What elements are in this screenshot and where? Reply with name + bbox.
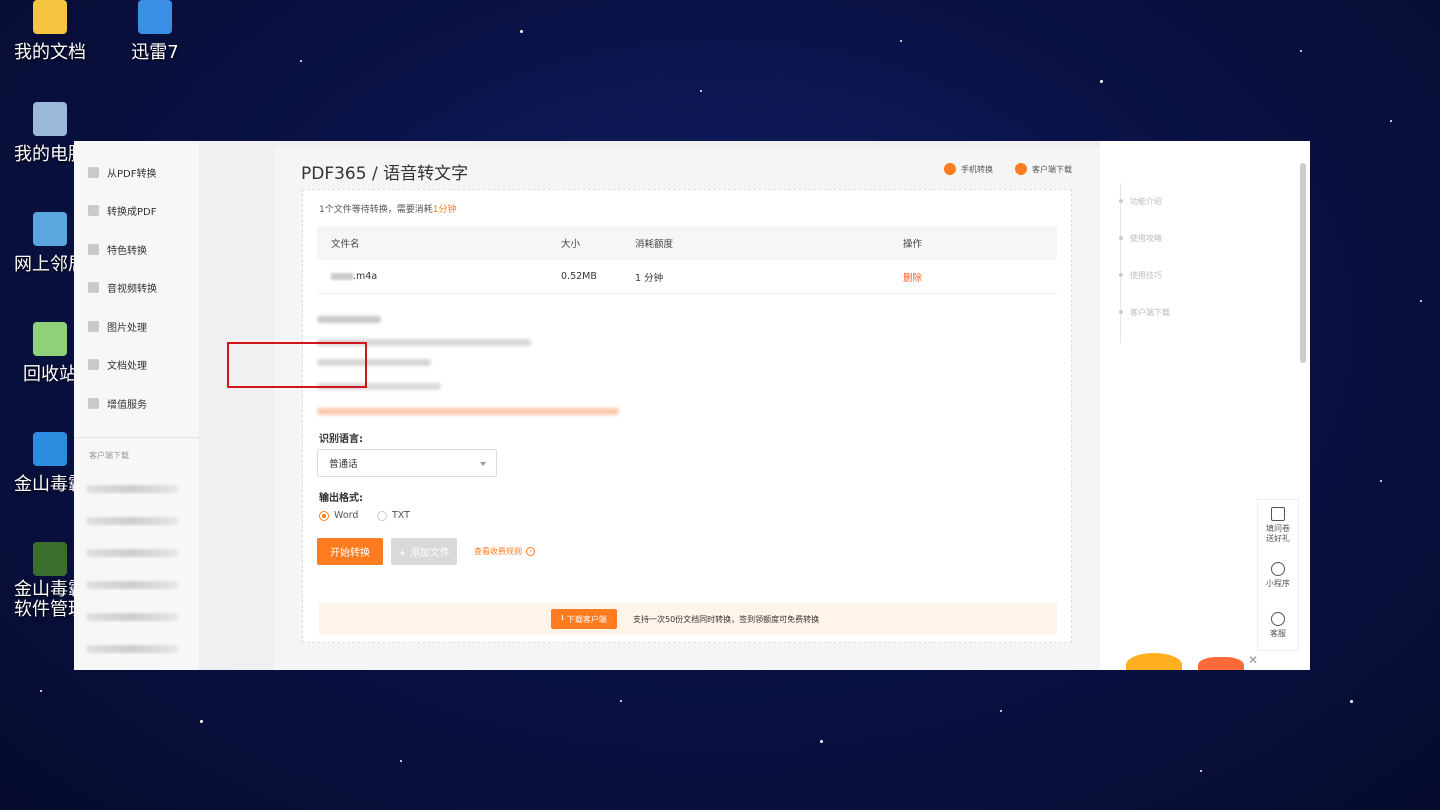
format-radio-word[interactable]: Word — [319, 510, 358, 521]
chevron-right-icon: › — [526, 547, 535, 556]
blurred-client-link[interactable] — [86, 612, 178, 621]
file-table: 文件名 大小 消耗额度 操作 .m4a 0.52MB 1 分钟 删除 — [317, 226, 1057, 294]
sidebar-item-value-added[interactable]: 增值服务 — [74, 384, 199, 423]
desktop-icon-xunlei[interactable]: 迅雷7 — [105, 0, 205, 64]
anchor-guide[interactable]: 使用攻略 — [1119, 220, 1170, 257]
folder-icon — [33, 0, 67, 34]
radio-checked-icon — [319, 510, 329, 521]
blurred-client-link[interactable] — [86, 644, 178, 653]
blurred-client-link[interactable] — [86, 516, 178, 525]
sidebar-item-image[interactable]: 图片处理 — [74, 307, 199, 346]
language-select[interactable]: 普通话 — [317, 449, 497, 477]
sidebar-item-to-pdf[interactable]: 转换成PDF — [74, 192, 199, 231]
download-client-button[interactable]: ⭳ 下载客户端 — [551, 609, 617, 629]
promo-image — [1198, 657, 1244, 670]
computer-icon — [33, 102, 67, 136]
client-download-link[interactable]: 客户端下载 — [1015, 163, 1072, 175]
close-icon[interactable]: ✕ — [1248, 653, 1258, 667]
download-icon — [1015, 163, 1027, 175]
customer-service-button[interactable]: 客服 — [1258, 600, 1298, 650]
link-icon — [1271, 561, 1285, 576]
promo-banner: ⭳ 下载客户端 支持一次50份文档同时转换，签到领额度可免费转换 — [319, 603, 1057, 635]
floating-toolbar: 填问卷 送好礼 小程序 客服 — [1257, 499, 1299, 651]
sidebar-item-audio-video[interactable]: 音视频转换 — [74, 269, 199, 308]
blurred-client-link[interactable] — [86, 580, 178, 589]
pending-info: 1个文件等待转换，需要消耗1分钟 — [319, 205, 457, 215]
table-header: 文件名 大小 消耗额度 操作 — [317, 226, 1057, 260]
shield-icon — [88, 243, 99, 255]
page-title: PDF365 / 语音转文字 — [301, 164, 469, 184]
recycle-bin-icon — [33, 322, 67, 356]
headset-icon — [1271, 611, 1285, 626]
list-icon — [88, 397, 99, 409]
survey-icon — [1271, 506, 1285, 521]
image-icon — [88, 320, 99, 332]
blurred-client-link[interactable] — [86, 484, 178, 493]
sidebar-item-special[interactable]: 特色转换 — [74, 230, 199, 269]
media-icon — [88, 282, 99, 294]
sidebar-item-from-pdf[interactable]: 从PDF转换 — [74, 153, 199, 192]
sidebar-client-label: 客户端下载 — [89, 450, 129, 460]
anchor-features[interactable]: 功能介绍 — [1119, 183, 1170, 220]
sidebar-item-document[interactable]: 文档处理 — [74, 346, 199, 385]
phone-icon — [944, 163, 956, 175]
anchor-client[interactable]: 客户端下载 — [1119, 294, 1170, 331]
format-highlight-box — [227, 342, 367, 388]
language-label: 识别语言: — [319, 434, 363, 445]
from-pdf-icon — [88, 166, 99, 178]
delete-link[interactable]: 删除 — [903, 270, 1053, 284]
promo-text: 支持一次50份文档同时转换，签到领额度可免费转换 — [633, 614, 820, 624]
fee-rules-link[interactable]: 查看收费规则 › — [474, 546, 535, 557]
right-anchor-nav: 功能介绍 使用攻略 使用技巧 客户端下载 — [1119, 183, 1170, 343]
download-icon: ⭳ — [561, 613, 564, 622]
radio-unchecked-icon — [377, 510, 387, 521]
desktop-icon-my-documents[interactable]: 我的文档 — [0, 0, 100, 64]
start-convert-button[interactable]: 开始转换 — [317, 538, 383, 565]
table-row: .m4a 0.52MB 1 分钟 删除 — [317, 260, 1057, 294]
main-content: PDF365 / 语音转文字 手机转换 客户端下载 1个文件等待转换，需要消耗1… — [274, 147, 1100, 670]
format-radio-txt[interactable]: TXT — [377, 510, 410, 521]
kingsoft-icon — [33, 432, 67, 466]
mobile-convert-link[interactable]: 手机转换 — [944, 163, 993, 175]
network-icon — [33, 212, 67, 246]
scrollbar[interactable] — [1300, 163, 1306, 363]
document-icon — [88, 359, 99, 371]
browser-window: 从PDF转换 转换成PDF 特色转换 音视频转换 图片处理 文档处理 增值服务 … — [74, 141, 1310, 670]
format-label: 输出格式: — [319, 493, 363, 504]
chevron-down-icon — [480, 462, 486, 466]
blurred-client-link[interactable] — [86, 548, 178, 557]
anchor-tips[interactable]: 使用技巧 — [1119, 257, 1170, 294]
survey-button[interactable]: 填问卷 送好礼 — [1258, 500, 1298, 550]
mascot-image — [1126, 653, 1182, 670]
to-pdf-icon — [88, 205, 99, 217]
add-file-button[interactable]: + 添加文件 — [391, 538, 457, 565]
sidebar: 从PDF转换 转换成PDF 特色转换 音视频转换 图片处理 文档处理 增值服务 … — [74, 141, 200, 670]
xunlei-icon — [138, 0, 172, 34]
software-manager-icon — [33, 542, 67, 576]
convert-panel: 1个文件等待转换，需要消耗1分钟 文件名 大小 消耗额度 操作 .m4a 0.5… — [302, 189, 1072, 643]
mini-program-button[interactable]: 小程序 — [1258, 550, 1298, 600]
